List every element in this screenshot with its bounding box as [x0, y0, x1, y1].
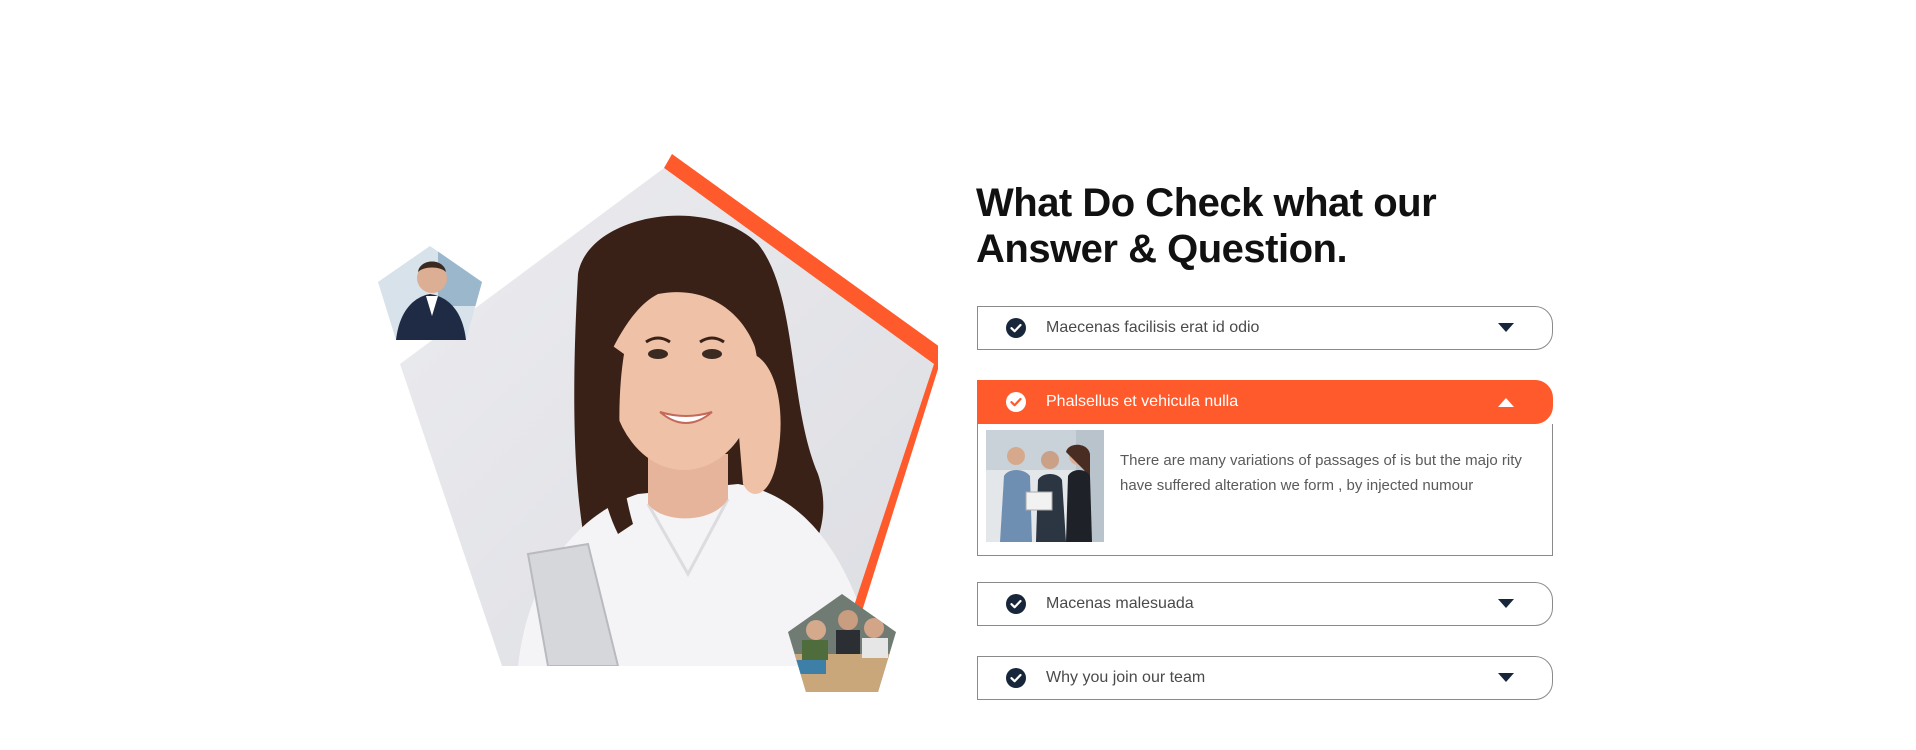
chevron-down-icon: [1498, 599, 1514, 608]
heading-line-2: Answer & Question.: [976, 227, 1348, 271]
team-discussion-image: [986, 430, 1104, 542]
faq-answer-panel: There are many variations of passages of…: [977, 424, 1553, 556]
check-circle-icon: [1006, 318, 1026, 338]
chevron-down-icon: [1498, 323, 1514, 332]
faq-question: Phalsellus et vehicula nulla: [1046, 393, 1239, 410]
faq-question: Why you join our team: [1046, 669, 1206, 686]
faq-toggle-macenas-malesuada[interactable]: Macenas malesuada: [977, 582, 1553, 626]
faq-toggle-join-team[interactable]: Why you join our team: [977, 656, 1553, 700]
hero-media: [378, 154, 938, 704]
faq-question: Maecenas facilisis erat id odio: [1046, 319, 1260, 336]
businessman-thumbnail-image: [378, 246, 482, 340]
heading-line-1: What Do Check what our: [976, 181, 1437, 225]
faq-toggle-phalsellus[interactable]: Phalsellus et vehicula nulla: [977, 380, 1553, 424]
chevron-up-icon: [1498, 398, 1514, 407]
check-circle-icon: [1006, 668, 1026, 688]
pentagon-photo-frame: [378, 154, 938, 692]
faq-toggle-maecenas-facilisis[interactable]: Maecenas facilisis erat id odio: [977, 306, 1553, 350]
faq-answer-text: There are many variations of passages of…: [1120, 452, 1522, 494]
section-heading: What Do Check what our Answer & Question…: [976, 180, 1536, 272]
check-circle-icon: [1006, 392, 1026, 412]
check-circle-icon: [1006, 594, 1026, 614]
chevron-down-icon: [1498, 673, 1514, 682]
faq-question: Macenas malesuada: [1046, 595, 1194, 612]
